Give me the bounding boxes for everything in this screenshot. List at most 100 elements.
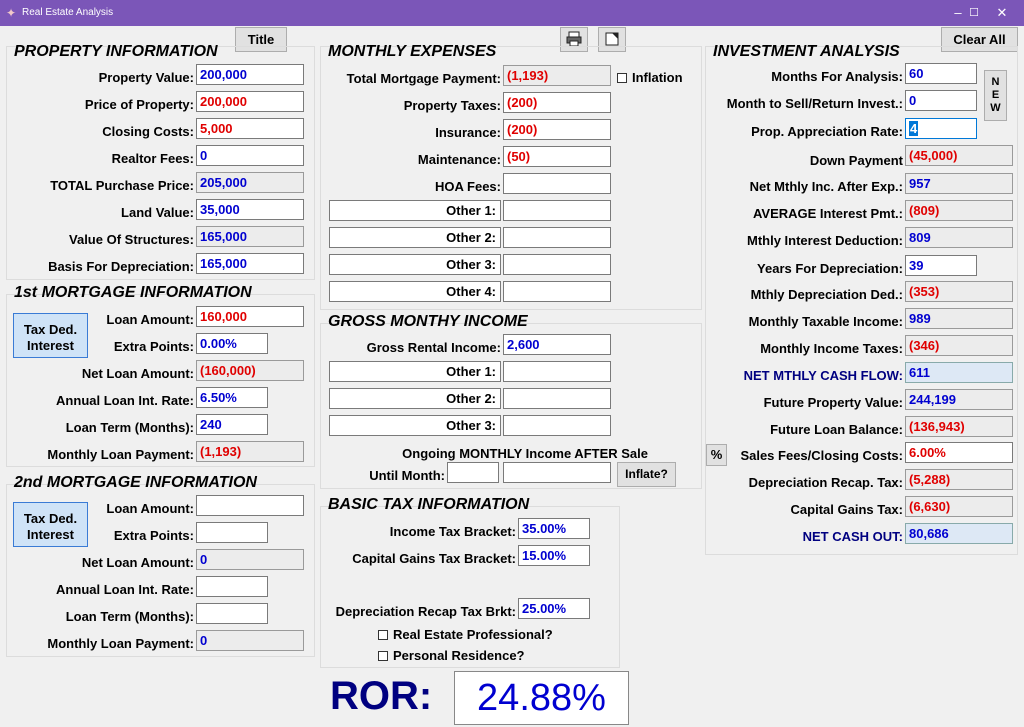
total-mortgage-payment-label: Total Mortgage Payment: bbox=[346, 71, 501, 86]
income-other-3-label[interactable]: Other 3: bbox=[329, 415, 501, 436]
checkbox-box bbox=[617, 73, 627, 83]
monthly-depreciation-label: Mthly Depreciation Ded.: bbox=[750, 287, 903, 302]
m2-loan-amount-label: Loan Amount: bbox=[106, 501, 194, 516]
value-of-structures-field: 165,000 bbox=[196, 226, 304, 247]
depreciation-recap-bracket-field[interactable]: 25.00% bbox=[518, 598, 590, 619]
price-of-property-field[interactable]: 200,000 bbox=[196, 91, 304, 112]
checkbox-box bbox=[378, 630, 388, 640]
expense-other-3-field[interactable] bbox=[503, 254, 611, 275]
income-other-3-field[interactable] bbox=[503, 415, 611, 436]
inflation-checkbox[interactable]: Inflation bbox=[617, 70, 683, 85]
income-other-1-field[interactable] bbox=[503, 361, 611, 382]
gross-rental-income-label: Gross Rental Income: bbox=[366, 340, 501, 355]
maintenance-field[interactable]: (50) bbox=[503, 146, 611, 167]
property-heading: PROPERTY INFORMATION bbox=[14, 43, 218, 60]
expense-other-2-label[interactable]: Other 2: bbox=[329, 227, 501, 248]
basis-for-depreciation-field[interactable]: 165,000 bbox=[196, 253, 304, 274]
personal-residence-checkbox[interactable]: Personal Residence? bbox=[378, 648, 525, 663]
hoa-fees-field[interactable] bbox=[503, 173, 611, 194]
inflation-label: Inflation bbox=[632, 70, 683, 85]
ror-label: ROR: bbox=[330, 674, 433, 718]
property-taxes-field[interactable]: (200) bbox=[503, 92, 611, 113]
total-purchase-price-field: 205,000 bbox=[196, 172, 304, 193]
depreciation-recap-tax-field: (5,288) bbox=[905, 469, 1013, 490]
months-for-analysis-field[interactable]: 60 bbox=[905, 63, 977, 84]
net-monthly-income-label: Net Mthly Inc. After Exp.: bbox=[749, 179, 903, 194]
depreciation-recap-bracket-label: Depreciation Recap Tax Brkt: bbox=[335, 604, 516, 619]
m2-annual-rate-field[interactable] bbox=[196, 576, 268, 597]
m1-extra-points-label: Extra Points: bbox=[113, 339, 194, 354]
until-month-label: Until Month: bbox=[369, 468, 445, 483]
m2-extra-points-field[interactable] bbox=[196, 522, 268, 543]
expenses-heading: MONTHLY EXPENSES bbox=[328, 43, 497, 60]
m1-loan-amount-field[interactable]: 160,000 bbox=[196, 306, 304, 327]
after-sale-income-field[interactable] bbox=[503, 462, 611, 483]
monthly-income-taxes-field: (346) bbox=[905, 335, 1013, 356]
future-property-value-label: Future Property Value: bbox=[763, 395, 903, 410]
average-interest-label: AVERAGE Interest Pmt.: bbox=[752, 206, 903, 221]
expense-other-1-field[interactable] bbox=[503, 200, 611, 221]
m2-loan-amount-field[interactable] bbox=[196, 495, 304, 516]
net-cash-out-field: 80,686 bbox=[905, 523, 1013, 544]
tax-ded-interest-button-2[interactable]: Tax Ded. Interest bbox=[13, 502, 88, 547]
income-other-2-field[interactable] bbox=[503, 388, 611, 409]
window-title: Real Estate Analysis bbox=[22, 7, 114, 18]
insurance-label: Insurance: bbox=[435, 125, 501, 140]
m1-net-loan-amount-label: Net Loan Amount: bbox=[81, 366, 194, 381]
capital-gains-bracket-field[interactable]: 15.00% bbox=[518, 545, 590, 566]
hoa-fees-label: HOA Fees: bbox=[435, 179, 501, 194]
real-estate-professional-label: Real Estate Professional? bbox=[393, 627, 553, 642]
m2-loan-term-field[interactable] bbox=[196, 603, 268, 624]
m1-loan-term-field[interactable]: 240 bbox=[196, 414, 268, 435]
expense-other-4-label[interactable]: Other 4: bbox=[329, 281, 501, 302]
capital-gains-tax-label: Capital Gains Tax: bbox=[790, 502, 903, 517]
mortgage2-heading: 2nd MORTGAGE INFORMATION bbox=[14, 474, 257, 491]
capital-gains-tax-field: (6,630) bbox=[905, 496, 1013, 517]
income-other-1-label[interactable]: Other 1: bbox=[329, 361, 501, 382]
real-estate-professional-checkbox[interactable]: Real Estate Professional? bbox=[378, 627, 553, 642]
land-value-field[interactable]: 35,000 bbox=[196, 199, 304, 220]
inflate-button[interactable]: Inflate? bbox=[617, 462, 676, 487]
sales-fees-label: Sales Fees/Closing Costs: bbox=[740, 448, 903, 463]
closing-costs-field[interactable]: 5,000 bbox=[196, 118, 304, 139]
until-month-field[interactable] bbox=[447, 462, 499, 483]
insurance-field[interactable]: (200) bbox=[503, 119, 611, 140]
app-icon: ✦ bbox=[6, 6, 17, 20]
future-loan-balance-field: (136,943) bbox=[905, 416, 1013, 437]
income-tax-bracket-field[interactable]: 35.00% bbox=[518, 518, 590, 539]
tax-ded-interest-button-1[interactable]: Tax Ded. Interest bbox=[13, 313, 88, 358]
months-for-analysis-label: Months For Analysis: bbox=[771, 69, 903, 84]
expense-other-2-field[interactable] bbox=[503, 227, 611, 248]
tax-heading: BASIC TAX INFORMATION bbox=[328, 496, 530, 513]
realtor-fees-label: Realtor Fees: bbox=[111, 151, 194, 166]
realtor-fees-field[interactable]: 0 bbox=[196, 145, 304, 166]
m2-net-loan-amount-field: 0 bbox=[196, 549, 304, 570]
expense-other-1-label[interactable]: Other 1: bbox=[329, 200, 501, 221]
title-bar: ✦ Real Estate Analysis – ☐ ✕ bbox=[0, 0, 1024, 26]
down-payment-field: (45,000) bbox=[905, 145, 1013, 166]
month-to-sell-field[interactable]: 0 bbox=[905, 90, 977, 111]
basis-for-depreciation-label: Basis For Depreciation: bbox=[48, 259, 194, 274]
gross-rental-income-field[interactable]: 2,600 bbox=[503, 334, 611, 355]
future-loan-balance-label: Future Loan Balance: bbox=[770, 422, 903, 437]
percent-button[interactable]: % bbox=[706, 444, 727, 466]
close-button[interactable]: ✕ bbox=[984, 2, 1020, 24]
m1-annual-rate-field[interactable]: 6.50% bbox=[196, 387, 268, 408]
checkbox-box bbox=[378, 651, 388, 661]
personal-residence-label: Personal Residence? bbox=[393, 648, 525, 663]
maintenance-label: Maintenance: bbox=[417, 152, 501, 167]
m1-loan-term-label: Loan Term (Months): bbox=[65, 420, 194, 435]
land-value-label: Land Value: bbox=[121, 205, 194, 220]
appreciation-rate-field[interactable]: 4 bbox=[905, 118, 977, 139]
sales-fees-field[interactable]: 6.00% bbox=[905, 442, 1013, 463]
years-for-depreciation-field[interactable]: 39 bbox=[905, 255, 977, 276]
m2-loan-term-label: Loan Term (Months): bbox=[65, 609, 194, 624]
income-tax-bracket-label: Income Tax Bracket: bbox=[389, 524, 516, 539]
expense-other-3-label[interactable]: Other 3: bbox=[329, 254, 501, 275]
property-value-field[interactable]: 200,000 bbox=[196, 64, 304, 85]
m2-monthly-payment-label: Monthly Loan Payment: bbox=[47, 636, 194, 651]
income-other-2-label[interactable]: Other 2: bbox=[329, 388, 501, 409]
m1-extra-points-field[interactable]: 0.00% bbox=[196, 333, 268, 354]
expense-other-4-field[interactable] bbox=[503, 281, 611, 302]
new-button[interactable]: N E W bbox=[984, 70, 1007, 121]
